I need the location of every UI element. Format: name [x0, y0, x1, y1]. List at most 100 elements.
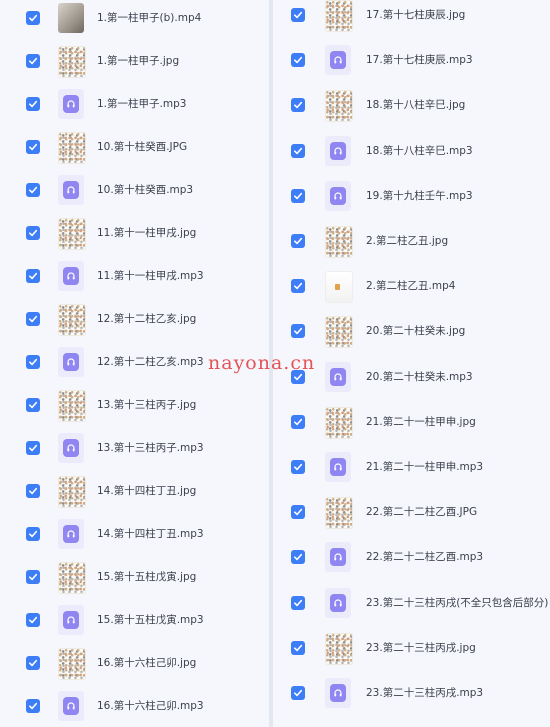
- checkbox-checked[interactable]: [26, 183, 40, 197]
- file-row[interactable]: 23.第二十三柱丙戌(不全只包含后部分): [273, 585, 550, 627]
- file-name: 21.第二十一柱甲申.jpg: [366, 415, 476, 428]
- checkbox-checked[interactable]: [26, 656, 40, 670]
- checkbox-checked[interactable]: [291, 595, 305, 610]
- checkbox-checked[interactable]: [291, 460, 305, 474]
- file-row[interactable]: 22.第二十二柱乙酉.mp3: [273, 539, 550, 581]
- checkmark-icon: [294, 463, 303, 471]
- checkbox-checked[interactable]: [26, 484, 40, 498]
- checkbox-checked[interactable]: [26, 699, 40, 713]
- checkbox-checked[interactable]: [26, 226, 40, 240]
- headphones-icon: [63, 611, 79, 629]
- checkmark-icon: [29, 702, 38, 710]
- file-row[interactable]: 23.第二十三柱丙戌.mp3: [273, 675, 550, 717]
- checkmark-icon: [294, 554, 303, 561]
- checkbox-checked[interactable]: [26, 441, 40, 455]
- file-row[interactable]: 10.第十柱癸酉.JPG: [0, 129, 269, 171]
- file-name: 1.第一柱甲子(b).mp4: [97, 12, 202, 24]
- video-thumbnail: [58, 3, 84, 33]
- checkbox-checked[interactable]: [26, 97, 40, 111]
- checkbox-checked[interactable]: [26, 11, 40, 25]
- file-row[interactable]: 18.第十八柱辛巳.mp3: [273, 133, 550, 175]
- file-row[interactable]: 15.第十五柱戊寅.jpg: [0, 559, 269, 601]
- audio-file-icon: [325, 135, 351, 166]
- checkmark-icon: [29, 186, 38, 194]
- file-row[interactable]: 10.第十柱癸酉.mp3: [0, 172, 269, 214]
- file-row[interactable]: 19.第十九柱壬午.mp3: [273, 178, 550, 220]
- audio-file-icon: [325, 678, 351, 708]
- audio-file-icon: [325, 180, 351, 211]
- checkbox-checked[interactable]: [291, 505, 305, 520]
- file-row[interactable]: 17.第十七柱庚辰.jpg: [273, 0, 550, 39]
- file-row[interactable]: 18.第十八柱辛巳.jpg: [273, 87, 550, 129]
- headphones-icon: [330, 51, 346, 70]
- image-thumbnail: [325, 632, 353, 665]
- image-thumbnail: [58, 562, 86, 594]
- checkbox-checked[interactable]: [26, 398, 40, 412]
- audio-file-icon: [58, 347, 84, 377]
- file-name: 23.第二十三柱丙戌(不全只包含后部分): [366, 596, 549, 609]
- file-row[interactable]: 1.第一柱甲子.mp3: [0, 86, 269, 128]
- file-row[interactable]: 15.第十五柱戊寅.mp3: [0, 602, 269, 644]
- image-thumbnail: [325, 497, 353, 530]
- checkmark-icon: [294, 11, 303, 19]
- image-thumbnail: [325, 226, 353, 258]
- file-row[interactable]: 1.第一柱甲子(b).mp4: [0, 0, 269, 42]
- file-name: 12.第十二柱乙亥.jpg: [97, 313, 197, 325]
- file-name: 12.第十二柱乙亥.mp3: [97, 356, 204, 368]
- checkbox-checked[interactable]: [26, 140, 40, 154]
- file-name: 1.第一柱甲子.jpg: [97, 55, 180, 67]
- checkbox-checked[interactable]: [291, 324, 305, 339]
- file-row[interactable]: 21.第二十一柱甲申.mp3: [273, 449, 550, 491]
- file-list-screen: 1.第一柱甲子(b).mp4 1.第一柱甲子.jpg 1.第一柱甲子.mp3 10.第…: [0, 0, 550, 727]
- file-row[interactable]: 13.第十三柱丙子.mp3: [0, 430, 269, 472]
- file-row[interactable]: 14.第十四柱丁丑.mp3: [0, 516, 269, 558]
- file-row[interactable]: 2.第二柱乙丑.jpg: [273, 223, 550, 265]
- checkbox-checked[interactable]: [291, 550, 305, 565]
- checkbox-checked[interactable]: [291, 686, 305, 700]
- checkbox-checked[interactable]: [291, 8, 305, 22]
- file-row[interactable]: 23.第二十三柱丙戌.jpg: [273, 630, 550, 672]
- file-row[interactable]: 13.第十三柱丙子.jpg: [0, 387, 269, 429]
- file-row[interactable]: 1.第一柱甲子.jpg: [0, 43, 269, 85]
- checkbox-checked[interactable]: [291, 234, 305, 248]
- checkbox-checked[interactable]: [291, 98, 305, 113]
- checkmark-icon: [29, 272, 38, 280]
- file-row[interactable]: 2.第二柱乙丑.mp4: [273, 268, 550, 310]
- file-name: 16.第十六柱己卯.mp3: [97, 700, 204, 712]
- file-row[interactable]: 12.第十二柱乙亥.jpg: [0, 301, 269, 343]
- headphones-icon: [330, 186, 346, 205]
- file-row[interactable]: 16.第十六柱己卯.jpg: [0, 645, 269, 687]
- image-thumbnail: [325, 0, 353, 32]
- checkbox-checked[interactable]: [291, 640, 305, 655]
- file-name: 18.第十八柱辛巳.mp3: [366, 144, 473, 157]
- checkbox-checked[interactable]: [26, 269, 40, 283]
- headphones-icon: [63, 267, 79, 285]
- checkbox-checked[interactable]: [26, 613, 40, 627]
- checkbox-checked[interactable]: [291, 143, 305, 158]
- file-row[interactable]: 21.第二十一柱甲申.jpg: [273, 404, 550, 446]
- file-name: 16.第十六柱己卯.jpg: [97, 657, 197, 669]
- file-row[interactable]: 17.第十七柱庚辰.mp3: [273, 42, 550, 84]
- file-row[interactable]: 20.第二十柱癸未.jpg: [273, 313, 550, 355]
- headphones-icon: [63, 353, 79, 371]
- checkbox-checked[interactable]: [26, 312, 40, 326]
- file-name: 13.第十三柱丙子.jpg: [97, 399, 197, 411]
- file-row[interactable]: 22.第二十二柱乙酉.JPG: [273, 494, 550, 536]
- checkbox-checked[interactable]: [26, 527, 40, 541]
- audio-file-icon: [58, 605, 84, 635]
- checkbox-checked[interactable]: [26, 570, 40, 584]
- headphones-icon: [63, 181, 79, 199]
- checkbox-checked[interactable]: [291, 53, 305, 68]
- checkbox-checked[interactable]: [291, 414, 305, 429]
- file-row[interactable]: 14.第十四柱丁丑.jpg: [0, 473, 269, 515]
- checkbox-checked[interactable]: [26, 355, 40, 369]
- headphones-icon: [63, 525, 79, 543]
- checkbox-checked[interactable]: [291, 188, 305, 203]
- checkbox-checked[interactable]: [291, 279, 305, 294]
- file-row[interactable]: 11.第十一柱甲戌.jpg: [0, 215, 269, 257]
- file-row[interactable]: 16.第十六柱己卯.mp3: [0, 688, 269, 727]
- image-thumbnail: [58, 46, 86, 78]
- checkbox-checked[interactable]: [26, 54, 40, 68]
- file-row[interactable]: 11.第十一柱甲戌.mp3: [0, 258, 269, 300]
- checkmark-icon: [294, 56, 303, 64]
